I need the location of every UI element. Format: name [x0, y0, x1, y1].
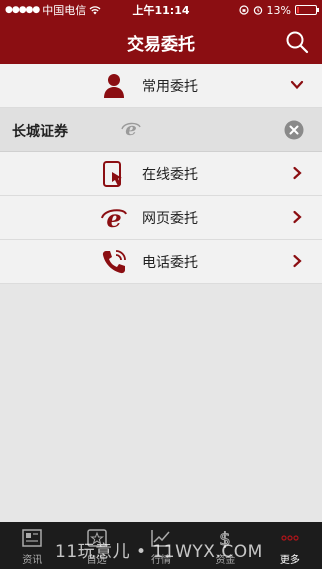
phone-call-icon — [102, 250, 126, 274]
signal-icon: ●●●●● — [5, 5, 40, 15]
phone-touch-icon — [103, 161, 122, 187]
lock-rotation-icon — [238, 5, 249, 15]
tab-label: 资金 — [215, 555, 236, 566]
tab-bar: 资讯 自选 行情 $ 资金 更多 — [0, 522, 322, 569]
chevron-right-icon — [293, 210, 302, 224]
chevron-right-icon — [293, 166, 302, 180]
order-item-web[interactable]: e 网页委托 — [0, 196, 322, 240]
chart-icon — [151, 530, 171, 547]
more-icon — [281, 535, 299, 541]
svg-text:e: e — [125, 119, 136, 140]
carrier-label: 中国电信 — [42, 4, 87, 17]
tab-news[interactable]: 资讯 — [0, 522, 64, 569]
status-left: ●●●●● 中国电信 — [5, 2, 115, 18]
tab-watchlist[interactable]: 自选 — [64, 522, 128, 569]
ie-icon: e — [121, 119, 141, 140]
page-title: 交易委托 — [127, 34, 195, 55]
ie-icon: e — [101, 204, 127, 232]
svg-text:e: e — [106, 204, 121, 232]
order-item-label: 电话委托 — [142, 255, 198, 271]
common-orders-label: 常用委托 — [142, 79, 198, 95]
svg-text:$: $ — [220, 529, 231, 548]
status-right: 13% — [207, 3, 319, 17]
star-list-icon — [86, 529, 107, 547]
broker-row[interactable]: 长城证券 e — [0, 108, 322, 152]
battery-fill — [297, 7, 299, 13]
order-item-label: 在线委托 — [142, 167, 198, 183]
chevron-right-icon — [293, 254, 302, 268]
news-icon — [22, 529, 42, 547]
wifi-icon — [89, 5, 101, 14]
tab-label: 自选 — [86, 555, 107, 566]
broker-name: 长城证券 — [12, 124, 68, 140]
common-orders-row[interactable]: 常用委托 — [0, 64, 322, 108]
tab-label: 行情 — [151, 555, 172, 566]
status-bar: ●●●●● 中国电信 上午11:14 13% — [0, 0, 322, 20]
battery-icon — [295, 5, 319, 15]
user-icon — [104, 74, 124, 98]
order-item-online[interactable]: 在线委托 — [0, 152, 322, 196]
close-circle-icon[interactable] — [284, 120, 304, 140]
tab-market[interactable]: 行情 — [129, 522, 193, 569]
tab-funds[interactable]: $ 资金 — [193, 522, 257, 569]
tab-more[interactable]: 更多 — [258, 522, 322, 569]
battery-percent: 13% — [266, 3, 291, 17]
search-icon[interactable] — [284, 29, 310, 55]
chevron-down-icon — [290, 80, 304, 90]
nav-bar: 交易委托 — [0, 20, 322, 64]
dollar-icon: $ — [219, 529, 231, 549]
status-time: 上午11:14 — [132, 4, 190, 17]
order-item-label: 网页委托 — [142, 211, 198, 227]
tab-label: 更多 — [279, 555, 300, 566]
order-item-phone[interactable]: 电话委托 — [0, 240, 322, 284]
tab-label: 资讯 — [22, 555, 43, 566]
alarm-icon — [253, 6, 262, 15]
